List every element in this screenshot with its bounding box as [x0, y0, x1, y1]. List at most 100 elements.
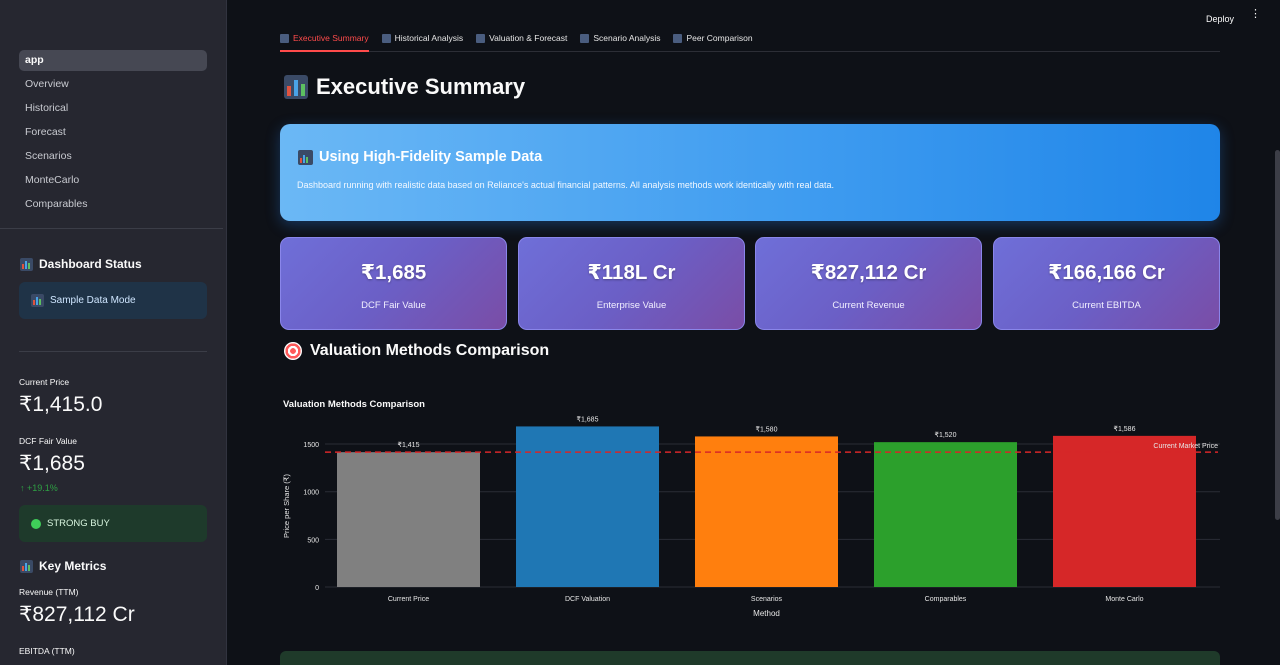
- x-tick-label: Comparables: [925, 596, 967, 603]
- bar-chart-icon: [298, 149, 313, 165]
- x-tick-label: Scenarios: [751, 596, 783, 603]
- sidebar-item-historical[interactable]: Historical: [19, 96, 207, 120]
- bar: [1053, 435, 1196, 587]
- bar-chart-icon: [31, 294, 44, 307]
- bar-chart-icon: [20, 257, 33, 271]
- metric-card-label: Current EBITDA: [1072, 300, 1141, 311]
- sidebar-item-app[interactable]: app: [19, 50, 207, 71]
- tab-label: Peer Comparison: [686, 33, 753, 43]
- dcf-delta: ↑ +19.1%: [20, 483, 58, 493]
- section-title-text: Valuation Methods Comparison: [310, 342, 550, 359]
- valuation-chart: Valuation Methods Comparison 0 500 1000 1500…: [280, 385, 1220, 625]
- bar: [337, 452, 480, 587]
- sidebar-nav: app Overview Historical Forecast Scenari…: [19, 50, 207, 216]
- bar: [695, 436, 838, 587]
- x-tick-label: DCF Valuation: [565, 596, 610, 603]
- building-icon: [673, 34, 683, 43]
- tab-historical-analysis[interactable]: Historical Analysis: [381, 28, 464, 52]
- tab-label: Valuation & Forecast: [489, 33, 568, 43]
- metric-card: ₹166,166 Cr Current EBITDA: [993, 237, 1220, 330]
- revenue-label: Revenue (TTM): [19, 587, 79, 597]
- sidebar-item-montecarlo[interactable]: MonteCarlo: [19, 168, 207, 192]
- banner-title-text: Using High-Fidelity Sample Data: [319, 149, 543, 165]
- metric-card-label: Current Revenue: [832, 300, 905, 311]
- y-tick-label: 1500: [303, 442, 319, 449]
- y-tick-label: 1000: [303, 490, 319, 497]
- green-circle-icon: [31, 518, 41, 529]
- sidebar-item-overview[interactable]: Overview: [19, 72, 207, 96]
- sample-data-mode-text: Sample Data Mode: [50, 295, 136, 306]
- tab-executive-summary[interactable]: Executive Summary: [280, 28, 369, 52]
- revenue-value: ₹827,112 Cr: [19, 603, 135, 626]
- metric-card-value: ₹1,685: [360, 261, 427, 284]
- scale-icon: [580, 34, 590, 43]
- y-tick-label: 500: [307, 537, 319, 544]
- tab-bar: Executive Summary Historical Analysis Va…: [280, 28, 1220, 52]
- bar-data-label: ₹1,685: [577, 415, 599, 423]
- metric-card-value: ₹166,166 Cr: [1048, 261, 1165, 284]
- ebitda-label: EBITDA (TTM): [19, 646, 75, 656]
- dashboard-status-heading: Dashboard Status: [20, 257, 142, 271]
- metric-cards: ₹1,685 DCF Fair Value ₹118L Cr Enterpris…: [280, 237, 1220, 330]
- x-axis-label: Method: [753, 609, 780, 618]
- main-content: Deploy ⋮ Executive Summary Historical An…: [228, 0, 1280, 665]
- bar: [874, 442, 1017, 587]
- bar-chart-icon: [284, 75, 308, 99]
- current-price-value: ₹1,415.0: [19, 393, 103, 416]
- sidebar: app Overview Historical Forecast Scenari…: [0, 0, 227, 665]
- metric-card-value: ₹118L Cr: [587, 261, 676, 284]
- banner-title: Using High-Fidelity Sample Data: [298, 149, 542, 165]
- x-tick-label: Monte Carlo: [1105, 596, 1143, 603]
- sidebar-divider: [19, 351, 207, 352]
- metric-card-label: Enterprise Value: [596, 300, 667, 311]
- metric-card: ₹1,685 DCF Fair Value: [280, 237, 507, 330]
- sidebar-item-comparables[interactable]: Comparables: [19, 192, 207, 216]
- sidebar-item-scenarios[interactable]: Scenarios: [19, 144, 207, 168]
- current-price-label: Current Price: [19, 377, 70, 387]
- y-axis-label: Price per Share (₹): [282, 474, 291, 538]
- section-title: Valuation Methods Comparison: [284, 342, 549, 360]
- y-tick-label: 0: [315, 585, 319, 592]
- dashboard-status-title: Dashboard Status: [39, 257, 142, 271]
- bar-data-label: ₹1,580: [756, 425, 778, 433]
- key-metrics-heading: Key Metrics: [20, 559, 106, 573]
- bar: [516, 426, 659, 587]
- bar-data-label: ₹1,415: [398, 441, 420, 449]
- metric-card-label: DCF Fair Value: [361, 300, 426, 311]
- page-title: Executive Summary: [284, 74, 525, 100]
- page-title-text: Executive Summary: [316, 74, 526, 99]
- sidebar-item-forecast[interactable]: Forecast: [19, 120, 207, 144]
- bar-data-label: ₹1,586: [1114, 425, 1136, 433]
- menu-icon[interactable]: ⋮: [1250, 9, 1261, 20]
- sidebar-divider: [0, 228, 223, 229]
- tab-label: Scenario Analysis: [593, 33, 661, 43]
- dcf-fair-value-label: DCF Fair Value: [19, 436, 77, 446]
- tab-valuation-forecast[interactable]: Valuation & Forecast: [476, 28, 567, 52]
- target-icon: [284, 342, 302, 360]
- bar-chart-icon: [280, 34, 289, 43]
- metric-card-value: ₹827,112 Cr: [810, 261, 927, 284]
- chart-title: Valuation Methods Comparison: [283, 399, 425, 410]
- scrollbar[interactable]: [1275, 150, 1280, 520]
- metric-card: ₹827,112 Cr Current Revenue: [755, 237, 982, 330]
- dcf-fair-value: ₹1,685: [19, 452, 85, 475]
- reference-line-label: Current Market Price: [1153, 443, 1218, 450]
- crystal-ball-icon: [476, 34, 486, 43]
- bottom-alert-box: [280, 651, 1220, 665]
- metric-card: ₹118L Cr Enterprise Value: [518, 237, 745, 330]
- recommendation-box: STRONG BUY: [19, 505, 207, 542]
- tab-label: Executive Summary: [293, 33, 369, 43]
- bar-chart-icon: [20, 559, 33, 573]
- banner-text: Dashboard running with realistic data ba…: [297, 180, 835, 190]
- recommendation-text: STRONG BUY: [47, 518, 110, 529]
- tab-scenario-analysis[interactable]: Scenario Analysis: [580, 28, 660, 52]
- sample-data-mode-box: Sample Data Mode: [19, 282, 207, 319]
- valuation-chart-svg: Valuation Methods Comparison 0 500 1000 1500…: [282, 399, 1220, 618]
- sample-data-banner: Using High-Fidelity Sample Data Dashboar…: [280, 124, 1220, 221]
- tab-label: Historical Analysis: [394, 33, 464, 43]
- deploy-button[interactable]: Deploy: [1206, 14, 1234, 24]
- bar-data-label: ₹1,520: [935, 431, 957, 439]
- line-chart-icon: [381, 34, 391, 43]
- key-metrics-title: Key Metrics: [39, 559, 107, 573]
- tab-peer-comparison[interactable]: Peer Comparison: [673, 28, 753, 52]
